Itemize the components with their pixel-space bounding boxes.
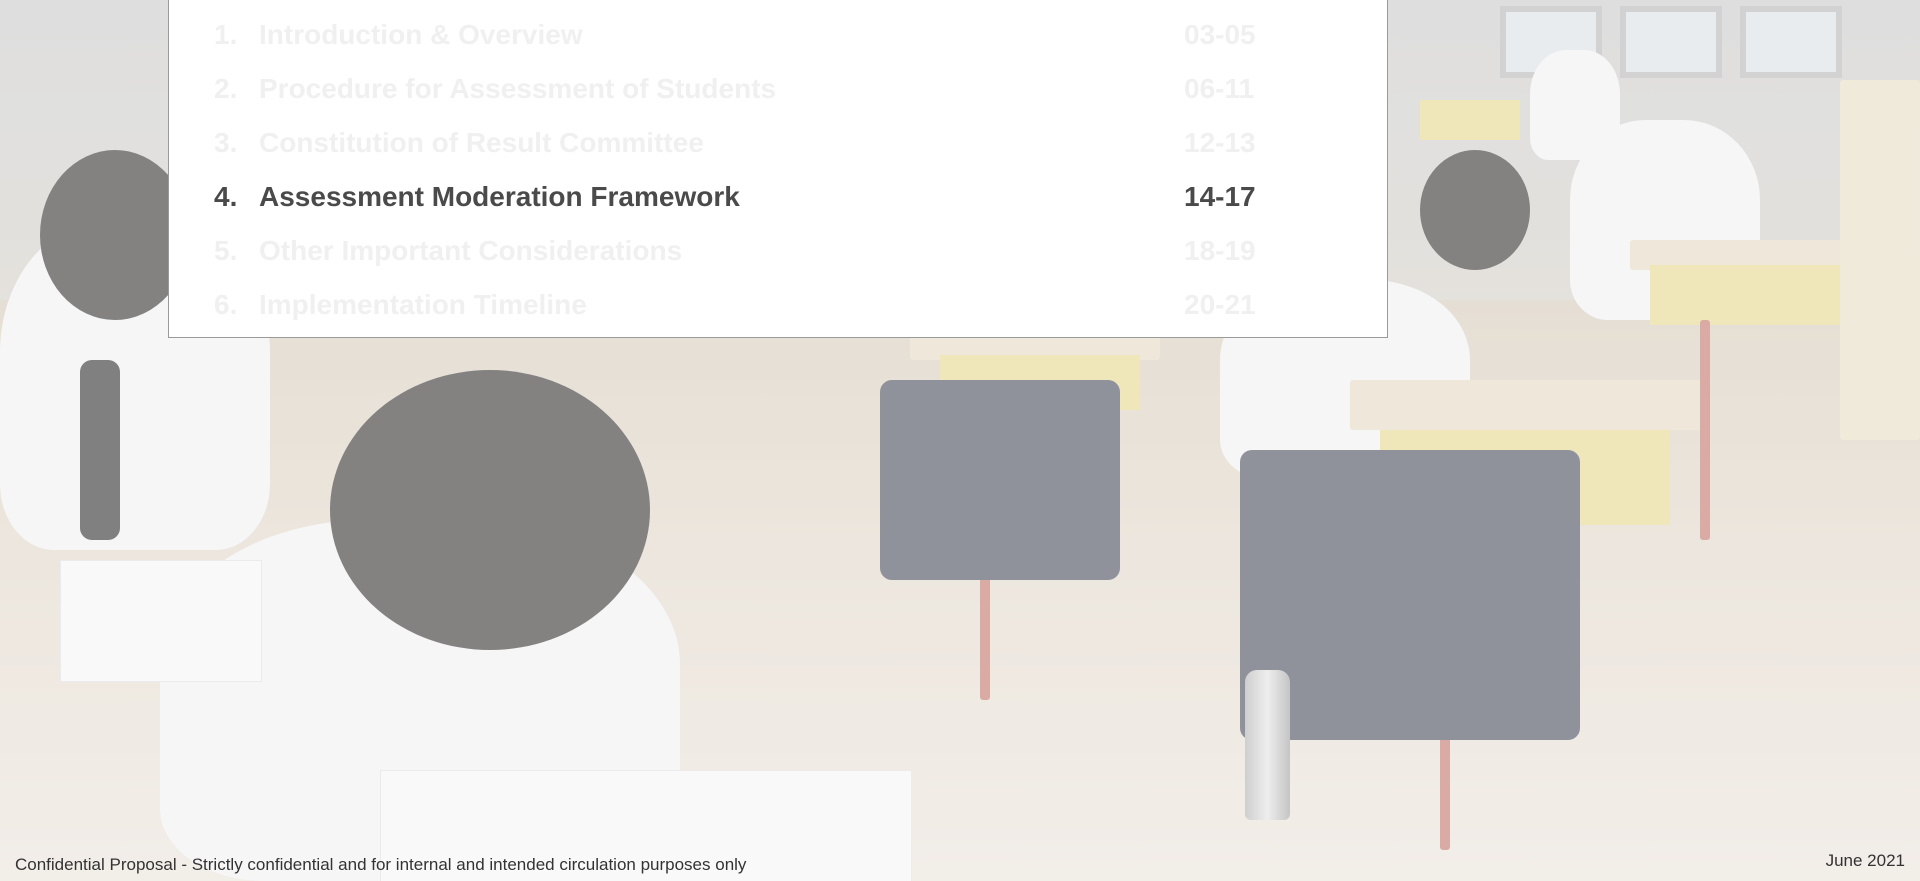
toc-item-title: Introduction & Overview [259, 19, 583, 50]
toc-item-number: 3. [214, 127, 238, 158]
toc-item-number: 1. [214, 19, 238, 50]
toc-item-pages: 12-13 [1184, 127, 1256, 158]
toc-item-2[interactable]: 2. Procedure for Assessment of Students … [214, 69, 1274, 109]
slide: 1. Introduction & Overview 03-05 2. Proc… [0, 0, 1920, 881]
toc-item-title: Implementation Timeline [259, 289, 587, 320]
toc-item-pages: 14-17 [1184, 181, 1256, 212]
toc-item-4[interactable]: 4. Assessment Moderation Framework 14-17 [214, 177, 1274, 217]
toc-item-number: 6. [214, 289, 238, 320]
table-of-contents: 1. Introduction & Overview 03-05 2. Proc… [168, 0, 1388, 338]
toc-item-pages: 03-05 [1184, 19, 1256, 50]
toc-item-number: 2. [214, 73, 238, 104]
toc-item-pages: 06-11 [1184, 73, 1255, 104]
toc-item-number: 4. [214, 181, 238, 212]
toc-item-3[interactable]: 3. Constitution of Result Committee 12-1… [214, 123, 1274, 163]
date-footer: June 2021 [1825, 851, 1905, 870]
toc-item-title: Assessment Moderation Framework [259, 181, 740, 212]
toc-item-6[interactable]: 6. Implementation Timeline 20-21 [214, 285, 1274, 325]
toc-item-1[interactable]: 1. Introduction & Overview 03-05 [214, 15, 1274, 55]
toc-item-number: 5. [214, 235, 238, 266]
toc-item-pages: 18-19 [1184, 235, 1256, 266]
toc-item-pages: 20-21 [1184, 289, 1256, 320]
confidentiality-footer: Confidential Proposal - Strictly confide… [15, 855, 747, 874]
toc-item-5[interactable]: 5. Other Important Considerations 18-19 [214, 231, 1274, 271]
toc-item-title: Procedure for Assessment of Students [259, 73, 777, 104]
toc-item-title: Constitution of Result Committee [259, 127, 704, 158]
toc-item-title: Other Important Considerations [259, 235, 683, 266]
